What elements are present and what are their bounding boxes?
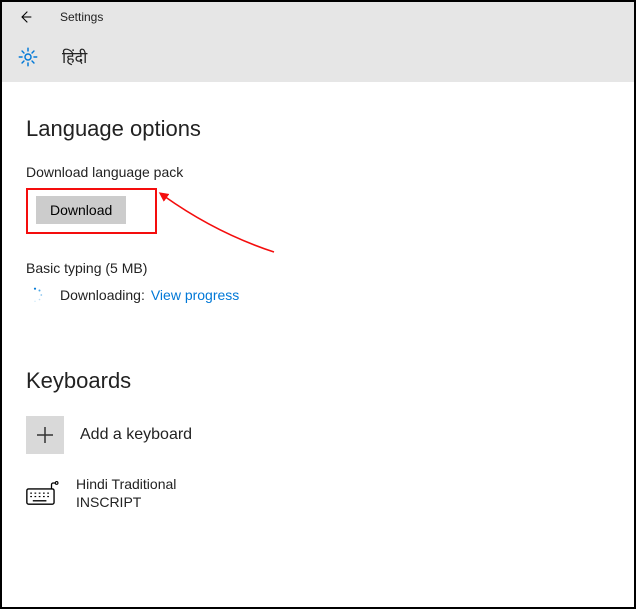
titlebar: Settings [2,2,634,32]
download-language-pack-label: Download language pack [26,164,634,180]
language-name: हिंदी [62,46,87,68]
gear-icon [16,45,40,69]
download-button[interactable]: Download [36,196,126,224]
keyboard-layout: INSCRIPT [76,494,176,512]
add-keyboard-button[interactable]: Add a keyboard [26,416,634,454]
keyboard-name: Hindi Traditional [76,476,176,494]
add-keyboard-label: Add a keyboard [80,426,192,444]
section-keyboards-title: Keyboards [26,368,634,394]
section-language-options-title: Language options [26,116,634,142]
annotation-highlight: Download [26,188,157,234]
spinner-icon [26,286,44,304]
keyboard-item[interactable]: Hindi Traditional INSCRIPT [26,476,634,511]
app-title: Settings [60,10,103,24]
back-button[interactable] [16,7,36,27]
basic-typing-label: Basic typing (5 MB) [26,260,634,276]
view-progress-link[interactable]: View progress [151,287,239,303]
downloading-label: Downloading: [60,287,145,303]
keyboard-icon [26,481,60,507]
header: हिंदी [2,32,634,82]
downloading-row: Downloading: View progress [26,286,634,304]
plus-icon [26,416,64,454]
back-arrow-icon [18,9,34,25]
